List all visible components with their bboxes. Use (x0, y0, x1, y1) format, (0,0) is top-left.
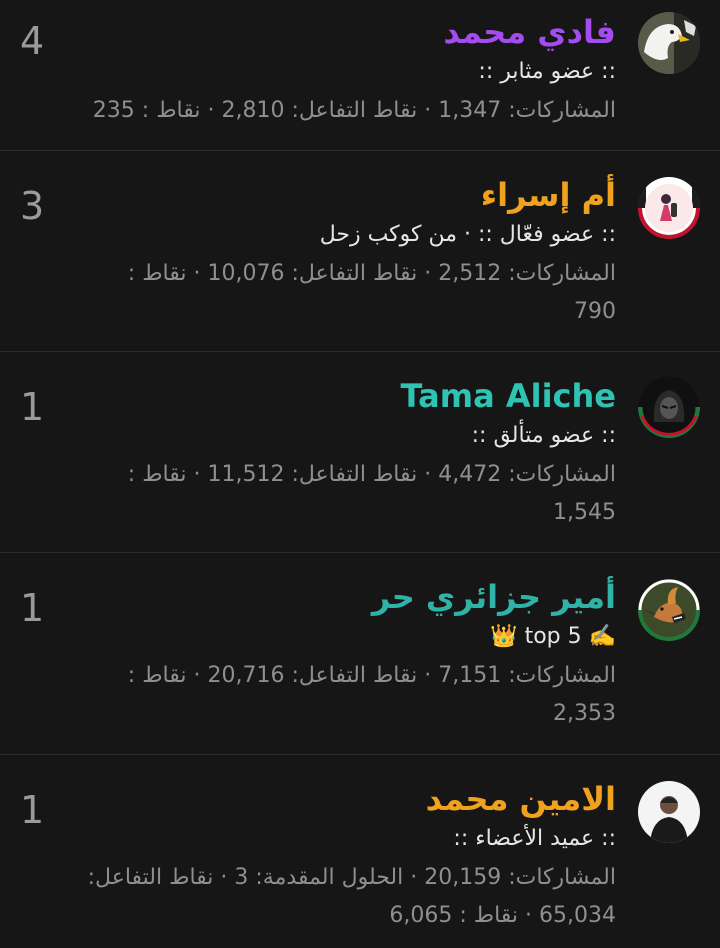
member-rank: :: عضو فعّال :: · من كوكب زحل (319, 222, 616, 247)
list-item[interactable]: 4 فادي محمد :: عضو مثابر :: المشاركات: 1… (0, 0, 720, 151)
list-item[interactable]: 3 أم إسراء :: عضو فعّال :: · من كوكب زحل… (0, 151, 720, 352)
members-list: 4 فادي محمد :: عضو مثابر :: المشاركات: 1… (0, 0, 720, 948)
member-name[interactable]: الامين محمد (20, 777, 616, 821)
person-icon (638, 781, 700, 843)
list-item[interactable]: 1 أمير جزائري حر ✍️ top 5 👑 المشاركات: 7… (0, 553, 720, 755)
member-stats: المشاركات: 1,347 · نقاط التفاعل: 2,810 ·… (92, 98, 616, 123)
hoopoe-bird-avatar[interactable] (638, 579, 700, 641)
member-name[interactable]: Tama Aliche (20, 374, 616, 418)
list-item[interactable]: 1 الامين محمد :: عميد الأعضاء :: المشارك… (0, 755, 720, 948)
girl-icon (638, 177, 700, 239)
hoopoe-bird-icon (638, 579, 700, 641)
girl-avatar[interactable] (638, 177, 700, 239)
member-name[interactable]: فادي محمد (20, 10, 616, 54)
member-rank: :: عضو متألق :: (471, 423, 616, 448)
hooded-figure-avatar[interactable] (638, 376, 700, 438)
eagle-avatar[interactable] (638, 12, 700, 74)
member-stats: المشاركات: 4,472 · نقاط التفاعل: 11,512 … (127, 462, 616, 525)
member-rank: :: عضو مثابر :: (478, 59, 616, 84)
member-stats: المشاركات: 7,151 · نقاط التفاعل: 20,716 … (127, 663, 616, 726)
person-avatar[interactable] (638, 781, 700, 843)
member-rank: :: عميد الأعضاء :: (453, 826, 616, 851)
eagle-icon (638, 12, 700, 74)
member-rank: ✍️ top 5 👑 (490, 624, 616, 649)
member-stats: المشاركات: 2,512 · نقاط التفاعل: 10,076 … (127, 261, 616, 324)
member-name[interactable]: أم إسراء (20, 173, 616, 217)
member-name[interactable]: أمير جزائري حر (20, 575, 616, 619)
hooded-figure-icon (638, 376, 700, 438)
list-item[interactable]: 1 Tama Aliche :: عضو متألق :: المشاركات:… (0, 352, 720, 553)
member-stats: المشاركات: 20,159 · الحلول المقدمة: 3 · … (87, 865, 616, 928)
